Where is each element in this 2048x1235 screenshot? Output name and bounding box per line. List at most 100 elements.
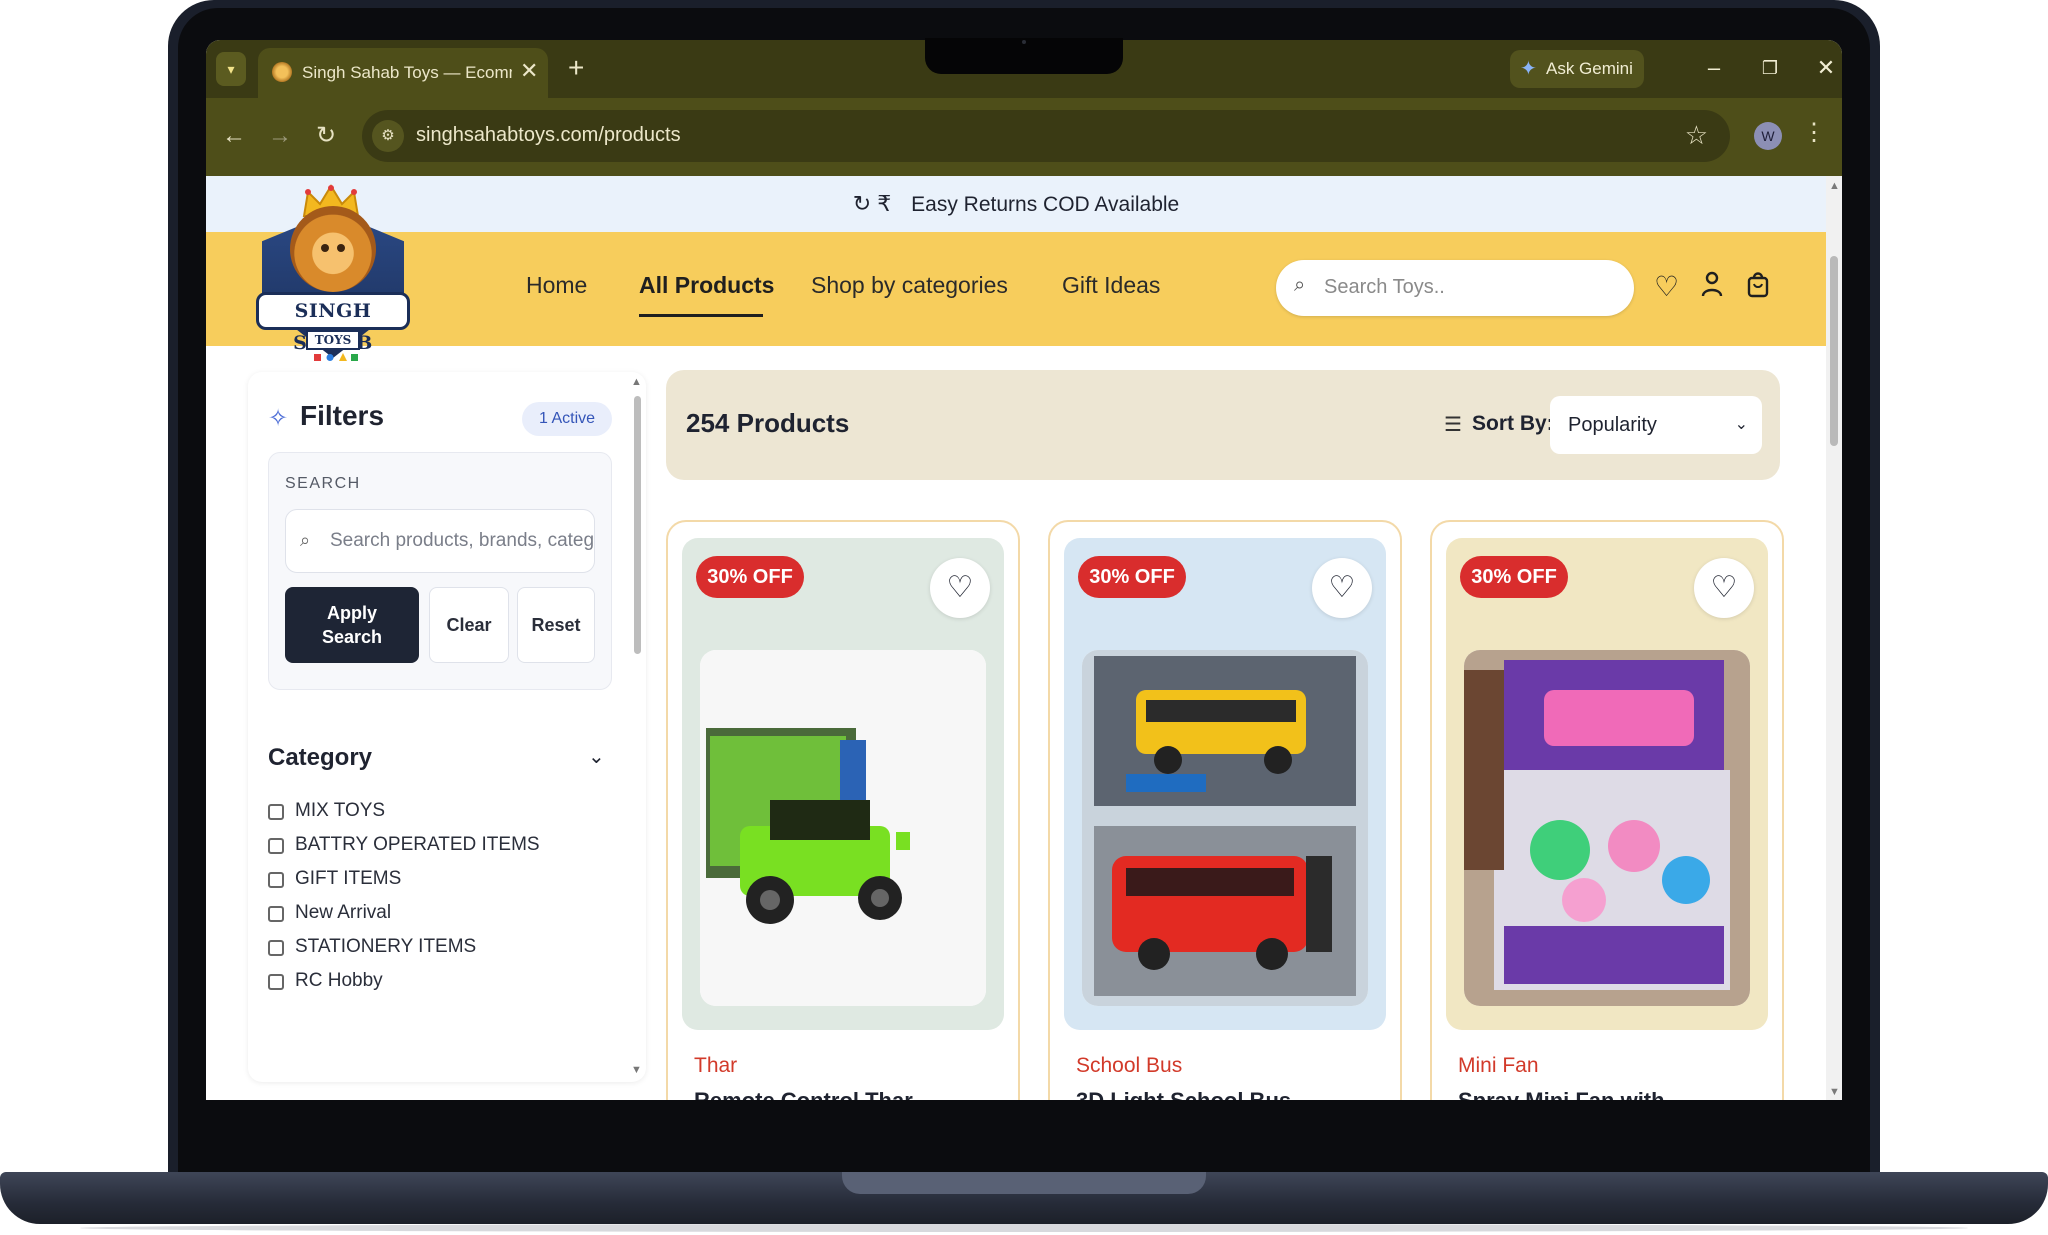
apply-search-label-line1: Apply — [326, 603, 377, 623]
gemini-label: Ask Gemini — [1546, 59, 1633, 78]
product-name[interactable]: Spray Mini Fan with — [1458, 1088, 1665, 1100]
nav-gift-ideas[interactable]: Gift Ideas — [1062, 272, 1160, 299]
cart-bag-icon[interactable] — [1746, 270, 1770, 305]
page-scroll-thumb[interactable] — [1830, 256, 1838, 446]
nav-shop-by-categories[interactable]: Shop by categories — [811, 272, 1008, 299]
back-icon[interactable]: ← — [216, 118, 252, 154]
wishlist-heart-icon[interactable]: ♡ — [1654, 270, 1679, 303]
nav-all-products[interactable]: All Products — [639, 272, 774, 299]
profile-avatar[interactable]: W — [1754, 122, 1782, 150]
chevron-down-icon[interactable]: ⌄ — [588, 744, 605, 769]
laptop-mockup: ▾ Singh Sahab Toys — Ecommerce ✕ + ✦ Ask… — [0, 0, 2048, 1235]
tab-search-button[interactable]: ▾ — [216, 52, 246, 86]
new-tab-button[interactable]: + — [568, 52, 584, 84]
close-tab-icon[interactable]: ✕ — [520, 58, 538, 84]
bookmark-star-icon[interactable]: ☆ — [1685, 120, 1708, 151]
category-checkbox[interactable] — [268, 838, 284, 854]
forward-icon[interactable]: → — [262, 118, 298, 154]
category-label: MIX TOYS — [295, 800, 386, 821]
wishlist-heart-icon[interactable]: ♡ — [930, 558, 990, 618]
product-card[interactable]: 30% OFF ♡ — [666, 520, 1020, 1100]
category-checkbox[interactable] — [268, 804, 284, 820]
sort-selected-value: Popularity — [1568, 414, 1657, 436]
gemini-sparkle-icon: ✦ — [1520, 58, 1537, 80]
product-card[interactable]: 30% OFF ♡ — [1430, 520, 1784, 1100]
discount-badge: 30% OFF — [1460, 556, 1568, 598]
filter-search-label: SEARCH — [285, 475, 361, 492]
chevron-down-icon: ⌄ — [1734, 416, 1748, 433]
address-bar[interactable]: ⚙ singhsahabtoys.com/products ☆ — [362, 110, 1730, 162]
product-photo-thar[interactable] — [700, 650, 986, 1006]
clear-button[interactable]: Clear — [429, 587, 509, 663]
wishlist-heart-icon[interactable]: ♡ — [1694, 558, 1754, 618]
apply-search-label-line2: Search — [321, 627, 383, 647]
product-category: Thar — [694, 1054, 738, 1077]
sidebar-scroll-thumb[interactable] — [634, 396, 641, 654]
sidebar-scrollbar[interactable]: ▲ ▼ — [630, 376, 644, 1076]
announcement-text: Easy Returns COD Available — [911, 193, 1180, 216]
tab-title: Singh Sahab Toys — Ecommerce — [302, 63, 512, 82]
restore-icon[interactable]: ❐ — [1750, 50, 1790, 86]
scroll-up-icon[interactable]: ▲ — [631, 376, 642, 388]
close-window-icon[interactable]: ✕ — [1806, 50, 1842, 86]
category-checkbox[interactable] — [268, 940, 284, 956]
site-search-input[interactable]: ⌕ Search Toys.. — [1276, 260, 1634, 316]
returns-rupee-icon: ↻ ₹ — [852, 191, 892, 216]
product-photo-mini-fan[interactable] — [1464, 650, 1750, 1006]
category-checkbox[interactable] — [268, 872, 284, 888]
filter-search-placeholder: Search products, brands, categories — [330, 530, 595, 551]
sort-label: Sort By: — [1472, 412, 1554, 435]
wishlist-heart-icon[interactable]: ♡ — [1312, 558, 1372, 618]
nav-home[interactable]: Home — [526, 272, 587, 299]
favicon-icon — [272, 62, 292, 82]
camera-icon — [1022, 40, 1026, 44]
site-search-placeholder: Search Toys.. — [1324, 276, 1445, 298]
scroll-down-icon[interactable]: ▼ — [631, 1064, 642, 1076]
filters-sidebar: ✧ Filters 1 Active SEARCH ⌕ Search produ… — [248, 372, 646, 1082]
ask-gemini-button[interactable]: ✦ Ask Gemini — [1510, 50, 1644, 88]
laptop-base-notch — [842, 1172, 1206, 1194]
filters-title: Filters — [300, 400, 385, 431]
browser-tab[interactable]: Singh Sahab Toys — Ecommerce ✕ — [258, 48, 548, 98]
product-name[interactable]: 3D Light School Bus — [1076, 1088, 1291, 1100]
product-image-area: 30% OFF ♡ — [1064, 538, 1386, 1030]
product-card[interactable]: 30% OFF ♡ — [1048, 520, 1402, 1100]
product-photo-school-bus[interactable] — [1082, 650, 1368, 1006]
filter-search-card: SEARCH ⌕ Search products, brands, catego… — [268, 452, 612, 690]
logo-subtitle: TOYS — [306, 330, 360, 350]
category-label: New Arrival — [295, 902, 392, 923]
nav-active-underline — [639, 314, 763, 317]
web-page: ↻ ₹ Easy Returns COD Available Home All … — [206, 176, 1826, 1100]
lion-mascot-icon — [290, 206, 376, 292]
site-header: Home All Products Shop by categories Gif… — [206, 184, 1826, 361]
account-user-icon[interactable] — [1700, 270, 1724, 305]
site-info-icon[interactable]: ⚙ — [372, 120, 404, 152]
product-image-area: 30% OFF ♡ — [682, 538, 1004, 1030]
logo-wordmark: SINGH SAHAB — [256, 292, 410, 354]
product-name[interactable]: Remote Control Thar — [694, 1088, 913, 1100]
reset-button[interactable]: Reset — [517, 587, 595, 663]
screen: ▾ Singh Sahab Toys — Ecommerce ✕ + ✦ Ask… — [206, 40, 1842, 1100]
scroll-down-icon[interactable]: ▼ — [1829, 1086, 1840, 1098]
product-category: Mini Fan — [1458, 1054, 1539, 1077]
sparkle-filter-icon: ✧ — [268, 405, 289, 432]
category-heading: Category — [268, 744, 373, 771]
category-checkbox[interactable] — [268, 974, 284, 990]
search-icon: ⌕ — [1294, 274, 1306, 296]
discount-badge: 30% OFF — [1078, 556, 1186, 598]
page-scrollbar[interactable]: ▲ ▼ — [1826, 176, 1842, 1100]
menu-kebab-icon[interactable]: ⋮ — [1802, 118, 1826, 147]
reload-icon[interactable]: ↻ — [308, 118, 344, 154]
singh-sahab-toys-logo[interactable]: SINGH SAHAB TOYS — [256, 184, 410, 364]
laptop-shadow — [80, 1224, 1968, 1232]
apply-search-button[interactable]: Apply Search — [285, 587, 419, 663]
category-checkbox[interactable] — [268, 906, 284, 922]
active-filters-badge: 1 Active — [522, 402, 612, 436]
minimize-icon[interactable]: – — [1694, 50, 1734, 86]
sort-sliders-icon: ☰ — [1444, 414, 1462, 436]
filter-search-input[interactable]: ⌕ Search products, brands, categories — [285, 509, 595, 573]
announcement-bar: ↻ ₹ Easy Returns COD Available — [206, 176, 1826, 232]
category-label: GIFT ITEMS — [295, 868, 402, 889]
sort-select[interactable]: Popularity ⌄ — [1550, 396, 1762, 454]
scroll-up-icon[interactable]: ▲ — [1829, 180, 1840, 192]
